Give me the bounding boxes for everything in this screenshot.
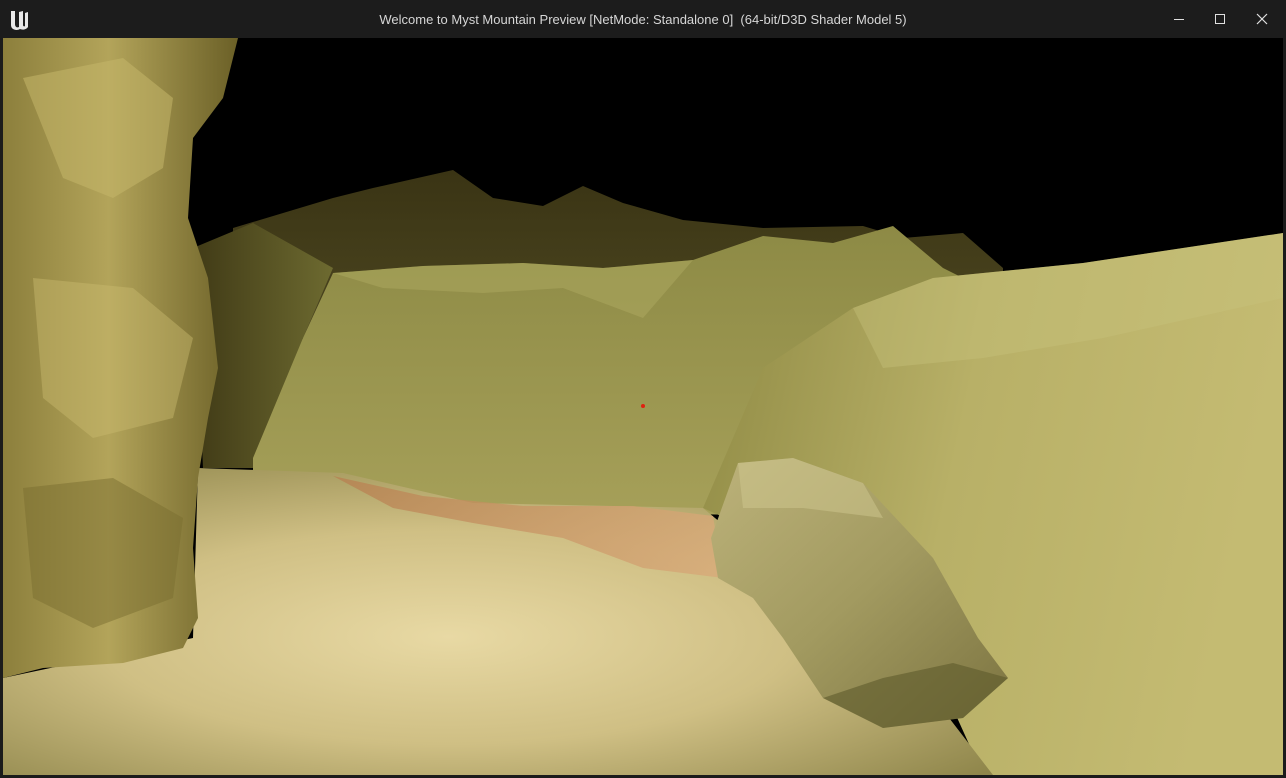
crosshair-dot	[641, 404, 645, 408]
minimize-icon	[1174, 19, 1184, 20]
title-bar[interactable]: Welcome to Myst Mountain Preview [NetMod…	[0, 0, 1286, 38]
game-scene	[3, 38, 1283, 775]
game-window: Welcome to Myst Mountain Preview [NetMod…	[0, 0, 1286, 778]
window-title: Welcome to Myst Mountain Preview [NetMod…	[379, 12, 907, 27]
maximize-button[interactable]	[1199, 0, 1241, 38]
game-viewport[interactable]	[3, 38, 1283, 775]
maximize-icon	[1215, 14, 1225, 24]
close-button[interactable]	[1241, 0, 1283, 38]
minimize-button[interactable]	[1158, 0, 1200, 38]
close-icon	[1256, 13, 1268, 25]
